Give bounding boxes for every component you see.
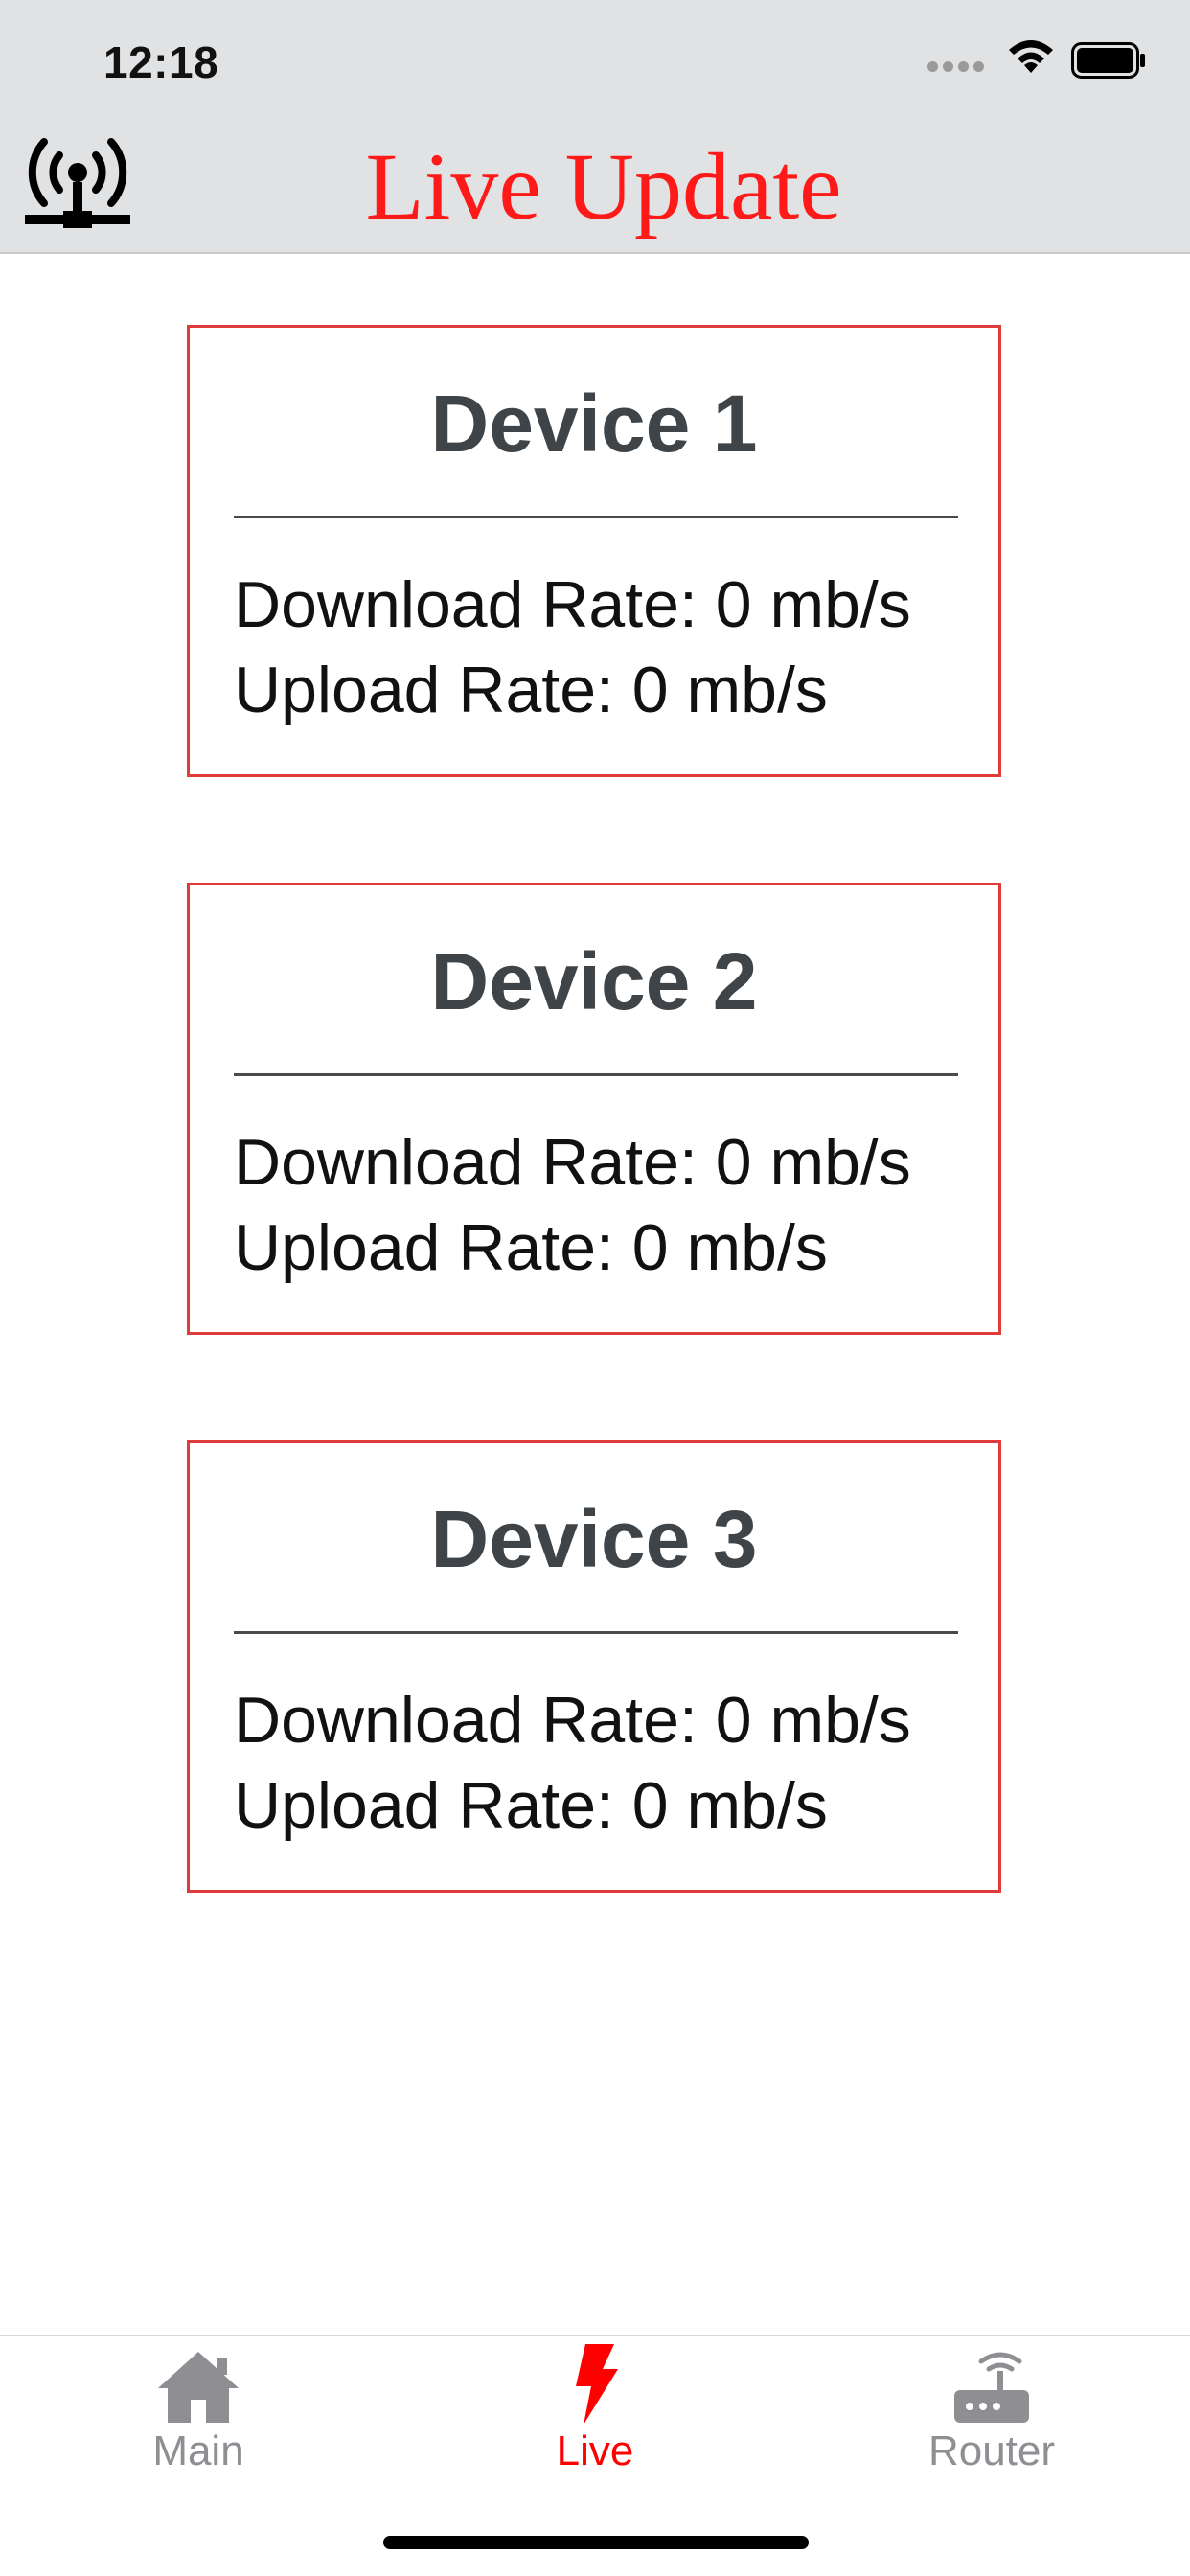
- download-rate: Download Rate: 0 mb/s: [234, 1126, 911, 1199]
- status-icons: [927, 38, 1148, 92]
- device-name: Device 1: [430, 379, 758, 469]
- wifi-icon: [1009, 40, 1053, 73]
- tab-label: Main: [152, 2427, 244, 2474]
- status-time: 12:18: [103, 37, 219, 87]
- tab-label: Router: [927, 2427, 1056, 2474]
- divider: [234, 516, 958, 518]
- tab-live[interactable]: Live: [397, 2336, 793, 2528]
- device-name: Device 3: [430, 1494, 758, 1584]
- tab-router[interactable]: Router: [793, 2336, 1190, 2528]
- download-rate: Download Rate: 0 mb/s: [234, 568, 911, 641]
- upload-rate: Upload Rate: 0 mb/s: [234, 654, 828, 726]
- page-title: Live Update: [365, 133, 842, 240]
- tab-main[interactable]: Main: [0, 2336, 397, 2528]
- divider: [234, 1073, 958, 1076]
- router-icon: [954, 2352, 1029, 2423]
- device-card: Device 1 Download Rate: 0 mb/s Upload Ra…: [187, 325, 1001, 777]
- device-name: Device 2: [430, 936, 758, 1026]
- download-rate: Download Rate: 0 mb/s: [234, 1684, 911, 1757]
- home-indicator[interactable]: [383, 2536, 809, 2549]
- divider: [234, 1631, 958, 1634]
- home-icon: [158, 2352, 239, 2423]
- lightning-bolt-icon: [576, 2344, 618, 2425]
- top-bar: 12:18 Live Update: [0, 0, 1190, 254]
- upload-rate: Upload Rate: 0 mb/s: [234, 1769, 828, 1842]
- device-card: Device 3 Download Rate: 0 mb/s Upload Ra…: [187, 1440, 1001, 1893]
- device-card: Device 2 Download Rate: 0 mb/s Upload Ra…: [187, 883, 1001, 1335]
- cellular-signal-icon: [927, 61, 985, 73]
- battery-icon: [1071, 42, 1145, 79]
- radio-tower-icon[interactable]: [21, 130, 134, 238]
- upload-rate: Upload Rate: 0 mb/s: [234, 1211, 828, 1284]
- tab-label: Live: [556, 2427, 634, 2474]
